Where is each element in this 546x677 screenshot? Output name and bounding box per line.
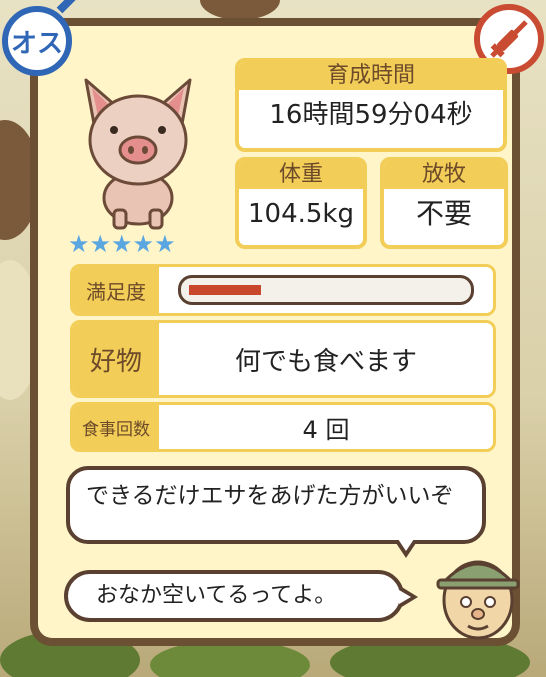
advice-text: できるだけエサをあげた方がいいぞ: [86, 483, 454, 509]
pig-icon: [84, 78, 192, 230]
status-speech-bubble: おなか空いてるってよ。: [64, 570, 418, 622]
meal-count-value: 4 回: [302, 415, 350, 444]
growth-time-box: 育成時間 16時間59分04秒: [235, 58, 507, 152]
satisfaction-bar-fill: [189, 285, 261, 295]
satisfaction-bar: [178, 275, 474, 305]
satisfaction-label: 満足度: [73, 267, 159, 313]
grazing-box: 放牧 不要: [380, 157, 508, 249]
favorite-food-value: 何でも食べます: [234, 346, 417, 377]
meal-count-label: 食事回数: [73, 405, 159, 449]
pig-rating-stars: ★★★★★: [68, 230, 176, 258]
growth-time-label: 育成時間: [239, 62, 503, 90]
satisfaction-row: 満足度: [70, 264, 496, 316]
favorite-food-row: 好物 何でも食べます: [70, 320, 496, 398]
gender-label: オス: [10, 28, 63, 59]
farmer-avatar-icon: [436, 560, 520, 640]
growth-time-value: 16時間59分04秒: [269, 100, 473, 130]
meal-count-row: 食事回数 4 回: [70, 402, 496, 452]
weight-value: 104.5kg: [248, 199, 354, 229]
weight-label: 体重: [239, 161, 363, 189]
gender-badge: オス: [2, 0, 80, 76]
advice-speech-bubble: できるだけエサをあげた方がいいぞ: [66, 466, 486, 558]
favorite-food-label: 好物: [73, 323, 159, 395]
grazing-label: 放牧: [384, 161, 504, 189]
status-message-text: おなか空いてるってよ。: [96, 583, 337, 608]
weight-box: 体重 104.5kg: [235, 157, 367, 249]
grazing-value: 不要: [415, 197, 472, 230]
